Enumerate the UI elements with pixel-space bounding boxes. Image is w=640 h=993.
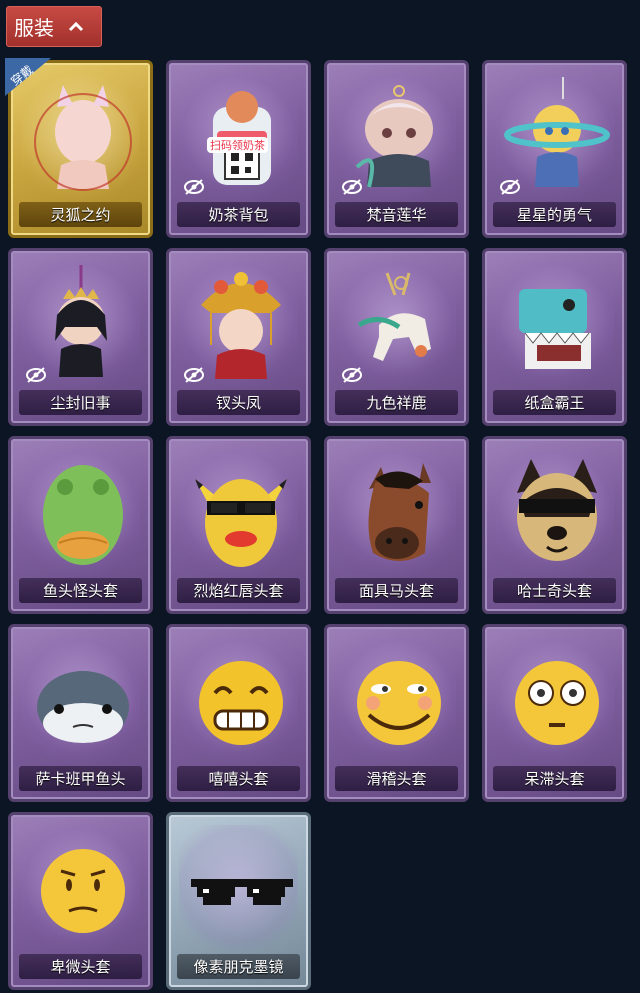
costume-name: 烈焰红唇头套 [193, 582, 284, 600]
chevron-up-icon [68, 21, 84, 31]
costume-name: 嘻嘻头套 [208, 770, 269, 788]
costume-card[interactable]: 星星的勇气 [482, 60, 627, 238]
art-caption: 扫码领奶茶 [207, 137, 268, 153]
costume-name-bar: 鱼头怪头套 [19, 578, 142, 603]
pixel-sunglasses-icon [191, 879, 293, 905]
costume-name-bar: 奶茶背包 [177, 202, 300, 227]
costume-card[interactable]: 卑微头套 [8, 812, 153, 990]
costume-name: 奶茶背包 [208, 206, 269, 224]
eye-slash-icon [342, 367, 362, 383]
costume-name: 鱼头怪头套 [42, 582, 118, 600]
category-toggle-button[interactable]: 服装 [6, 6, 102, 47]
humble-emoji-head-icon [41, 849, 125, 933]
cardboard-dino-head-icon [519, 289, 591, 369]
costume-name: 像素朋克墨镜 [193, 958, 284, 976]
costume-name-bar: 梵音莲华 [335, 202, 458, 227]
costume-name: 钗头凤 [215, 394, 261, 412]
costume-name-bar: 九色祥鹿 [335, 390, 458, 415]
costume-name-bar: 灵狐之约 [19, 202, 142, 227]
costume-card[interactable]: 尘封旧事 [8, 248, 153, 426]
costume-name-bar: 尘封旧事 [19, 390, 142, 415]
equipped-badge: 穿戴 [5, 58, 51, 96]
costume-card[interactable]: 呆滞头套 [482, 624, 627, 802]
costume-name: 梵音莲华 [366, 206, 427, 224]
costume-name-bar: 星星的勇气 [493, 202, 616, 227]
costume-name: 星星的勇气 [516, 206, 592, 224]
costume-name: 滑稽头套 [366, 770, 427, 788]
costume-card[interactable]: 梵音莲华 [324, 60, 469, 238]
costume-card[interactable]: 像素朋克墨镜 [166, 812, 311, 990]
costume-card[interactable]: 烈焰红唇头套 [166, 436, 311, 614]
costume-name-bar: 萨卡班甲鱼头 [19, 766, 142, 791]
costume-card[interactable]: 鱼头怪头套 [8, 436, 153, 614]
sacabambaspis-head-icon [37, 671, 129, 743]
costume-card[interactable]: 哈士奇头套 [482, 436, 627, 614]
costume-card[interactable]: 面具马头套 [324, 436, 469, 614]
red-lips-mask-icon [195, 479, 287, 567]
costume-name: 呆滞头套 [524, 770, 585, 788]
grin-emoji-head-icon [199, 661, 283, 745]
costume-card[interactable]: 纸盒霸王 [482, 248, 627, 426]
eye-slash-icon [342, 179, 362, 195]
costume-name: 萨卡班甲鱼头 [35, 770, 126, 788]
eye-slash-icon [184, 179, 204, 195]
costume-name-bar: 烈焰红唇头套 [177, 578, 300, 603]
category-label: 服装 [14, 16, 54, 40]
costume-name-bar: 嘻嘻头套 [177, 766, 300, 791]
eye-slash-icon [500, 179, 520, 195]
eye-slash-icon [184, 367, 204, 383]
costume-name: 纸盒霸王 [524, 394, 585, 412]
costume-name-bar: 滑稽头套 [335, 766, 458, 791]
costume-card[interactable]: 九色祥鹿 [324, 248, 469, 426]
costume-name: 九色祥鹿 [366, 394, 427, 412]
costume-name: 尘封旧事 [50, 394, 111, 412]
costume-name-bar: 纸盒霸王 [493, 390, 616, 415]
costume-name-bar: 呆滞头套 [493, 766, 616, 791]
costume-card[interactable]: 扫码领奶茶 奶茶背包 [166, 60, 311, 238]
husky-head-mask-icon [517, 459, 597, 561]
eye-slash-icon [26, 367, 46, 383]
costume-card[interactable]: 嘻嘻头套 [166, 624, 311, 802]
costume-name-bar: 钗头凤 [177, 390, 300, 415]
costume-name: 灵狐之约 [50, 206, 111, 224]
costume-card[interactable]: 萨卡班甲鱼头 [8, 624, 153, 802]
costume-card[interactable]: 滑稽头套 [324, 624, 469, 802]
funny-emoji-head-icon [357, 661, 441, 745]
horse-head-mask-icon [368, 463, 431, 561]
costume-name-bar: 像素朋克墨镜 [177, 954, 300, 979]
costume-card[interactable]: 钗头凤 [166, 248, 311, 426]
costume-name: 面具马头套 [358, 582, 434, 600]
costume-name-bar: 面具马头套 [335, 578, 458, 603]
costume-name-bar: 哈士奇头套 [493, 578, 616, 603]
costume-name-bar: 卑微头套 [19, 954, 142, 979]
costume-name: 卑微头套 [50, 958, 111, 976]
costume-name: 哈士奇头套 [516, 582, 592, 600]
dazed-emoji-head-icon [515, 661, 599, 745]
fish-head-mask-icon [43, 465, 123, 565]
